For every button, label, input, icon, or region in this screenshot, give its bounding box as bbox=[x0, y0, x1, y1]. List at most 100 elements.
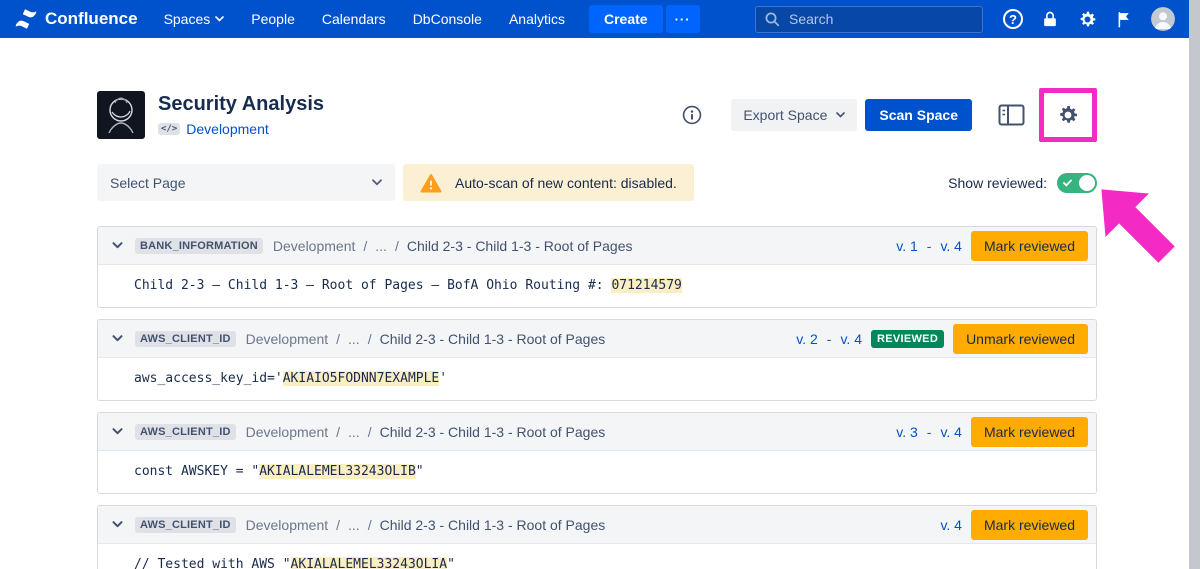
lock-icon[interactable] bbox=[1040, 9, 1060, 30]
breadcrumb-ellipsis[interactable]: ... bbox=[348, 424, 360, 440]
secret-highlight: 071214579 bbox=[611, 278, 681, 293]
breadcrumb: Development / ... / Child 2-3 - Child 1-… bbox=[246, 331, 606, 347]
breadcrumb: Development / ... / Child 2-3 - Child 1-… bbox=[246, 517, 606, 533]
warning-text: Auto-scan of new content: disabled. bbox=[455, 175, 677, 191]
finding-card: AWS_CLIENT_ID Development / ... / Child … bbox=[97, 412, 1097, 494]
search-input[interactable] bbox=[787, 10, 974, 28]
version-to-link[interactable]: v. 4 bbox=[940, 517, 962, 533]
show-reviewed-toggle[interactable] bbox=[1057, 173, 1097, 193]
breadcrumb-space[interactable]: Development bbox=[246, 331, 329, 347]
warning-icon bbox=[420, 173, 442, 193]
finding-type-badge: AWS_CLIENT_ID bbox=[135, 517, 236, 533]
collapse-chevron-icon[interactable] bbox=[110, 426, 125, 437]
breadcrumb-ellipsis[interactable]: ... bbox=[348, 517, 360, 533]
mark-reviewed-button[interactable]: Mark reviewed bbox=[971, 417, 1088, 447]
create-button[interactable]: Create bbox=[589, 5, 663, 33]
export-space-label: Export Space bbox=[743, 107, 827, 123]
version-to-link[interactable]: v. 4 bbox=[840, 331, 862, 347]
space-sub-row: </> Development bbox=[158, 121, 324, 137]
secret-highlight: AKIALALEMEL33243OLIB bbox=[259, 464, 416, 479]
finding-type-badge: BANK_INFORMATION bbox=[135, 238, 263, 254]
nav-item-calendars[interactable]: Calendars bbox=[322, 11, 386, 27]
space-settings-gear-icon[interactable] bbox=[1056, 103, 1080, 127]
confluence-home-link[interactable]: Confluence bbox=[14, 7, 138, 31]
finding-snippet: aws_access_key_id='AKIAIO5FODNN7EXAMPLE' bbox=[98, 358, 1096, 400]
breadcrumb-separator: / bbox=[336, 331, 340, 347]
breadcrumb-page[interactable]: Child 2-3 - Child 1-3 - Root of Pages bbox=[380, 331, 606, 347]
version-from-link[interactable]: v. 3 bbox=[896, 424, 918, 440]
finding-card-header: AWS_CLIENT_ID Development / ... / Child … bbox=[98, 413, 1096, 451]
version-to-link[interactable]: v. 4 bbox=[940, 238, 962, 254]
annotation-highlight-box bbox=[1039, 88, 1097, 142]
breadcrumb-separator: / bbox=[336, 424, 340, 440]
breadcrumb-space[interactable]: Development bbox=[246, 424, 329, 440]
scan-space-button[interactable]: Scan Space bbox=[865, 99, 972, 131]
breadcrumb-space[interactable]: Development bbox=[273, 238, 356, 254]
secret-highlight: AKIAIO5FODNN7EXAMPLE bbox=[283, 371, 440, 386]
select-page-dropdown[interactable]: Select Page bbox=[97, 164, 395, 201]
breadcrumb-page[interactable]: Child 2-3 - Child 1-3 - Root of Pages bbox=[380, 424, 606, 440]
finding-type-badge: AWS_CLIENT_ID bbox=[135, 424, 236, 440]
breadcrumb-ellipsis[interactable]: ... bbox=[375, 238, 387, 254]
mark-reviewed-button[interactable]: Mark reviewed bbox=[971, 510, 1088, 540]
breadcrumb-separator: / bbox=[368, 517, 372, 533]
space-header: Security Analysis </> Development Export… bbox=[97, 88, 1097, 142]
space-meta: Security Analysis </> Development bbox=[158, 93, 324, 137]
export-space-button[interactable]: Export Space bbox=[731, 99, 857, 131]
version-dash: - bbox=[927, 424, 932, 440]
finding-header-actions: v. 3 - v. 4 Mark reviewed bbox=[896, 417, 1088, 447]
space-link-development[interactable]: Development bbox=[186, 121, 269, 137]
chevron-down-icon bbox=[836, 112, 845, 118]
collapse-chevron-icon[interactable] bbox=[110, 240, 125, 251]
flag-icon[interactable] bbox=[1115, 9, 1134, 30]
version-to-link[interactable]: v. 4 bbox=[940, 424, 962, 440]
primary-nav: Spaces People Calendars DbConsole Analyt… bbox=[164, 11, 565, 27]
nav-item-dbconsole[interactable]: DbConsole bbox=[413, 11, 482, 27]
nav-item-analytics[interactable]: Analytics bbox=[509, 11, 565, 27]
page-title: Security Analysis bbox=[158, 93, 324, 116]
finding-card-header: AWS_CLIENT_ID Development / ... / Child … bbox=[98, 506, 1096, 544]
secret-highlight: AKIALALEMEL33243OLIA bbox=[291, 557, 448, 569]
check-icon bbox=[1063, 179, 1072, 187]
finding-card: AWS_CLIENT_ID Development / ... / Child … bbox=[97, 505, 1097, 569]
unmark-reviewed-button[interactable]: Unmark reviewed bbox=[953, 324, 1088, 354]
more-actions-button[interactable]: ··· bbox=[666, 5, 700, 33]
info-icon[interactable] bbox=[681, 104, 703, 126]
user-avatar[interactable] bbox=[1151, 7, 1175, 31]
collapse-chevron-icon[interactable] bbox=[110, 333, 125, 344]
finding-card-header: AWS_CLIENT_ID Development / ... / Child … bbox=[98, 320, 1096, 358]
finding-snippet: Child 2-3 – Child 1-3 – Root of Pages – … bbox=[98, 265, 1096, 307]
admin-gear-icon[interactable] bbox=[1077, 9, 1098, 30]
navbar-icon-group: ? bbox=[1003, 7, 1175, 31]
breadcrumb-page[interactable]: Child 2-3 - Child 1-3 - Root of Pages bbox=[407, 238, 633, 254]
help-icon-glyph: ? bbox=[1009, 12, 1017, 27]
breadcrumb-page[interactable]: Child 2-3 - Child 1-3 - Root of Pages bbox=[380, 517, 606, 533]
toggle-knob bbox=[1079, 175, 1095, 191]
mark-reviewed-button[interactable]: Mark reviewed bbox=[971, 231, 1088, 261]
finding-snippet: const AWSKEY = "AKIALALEMEL33243OLIB" bbox=[98, 451, 1096, 493]
nav-item-spaces[interactable]: Spaces bbox=[164, 11, 225, 27]
snippet-text: const AWSKEY = " bbox=[134, 464, 259, 479]
search-box[interactable] bbox=[755, 6, 983, 33]
snippet-text: aws_access_key_id=' bbox=[134, 371, 283, 386]
confluence-logo-icon bbox=[14, 7, 38, 31]
collapse-chevron-icon[interactable] bbox=[110, 519, 125, 530]
version-from-link[interactable]: v. 1 bbox=[896, 238, 918, 254]
help-icon[interactable]: ? bbox=[1003, 9, 1023, 29]
version-from-link[interactable]: v. 2 bbox=[796, 331, 818, 347]
select-page-label: Select Page bbox=[110, 175, 186, 191]
finding-snippet: // Tested with AWS "AKIALALEMEL33243OLIA… bbox=[98, 544, 1096, 569]
breadcrumb-ellipsis[interactable]: ... bbox=[348, 331, 360, 347]
breadcrumb-space[interactable]: Development bbox=[246, 517, 329, 533]
breadcrumb-separator: / bbox=[395, 238, 399, 254]
space-avatar[interactable] bbox=[97, 91, 145, 139]
sidebar-layout-icon[interactable] bbox=[998, 104, 1025, 126]
finding-card-header: BANK_INFORMATION Development / ... / Chi… bbox=[98, 227, 1096, 265]
chevron-down-icon bbox=[215, 16, 224, 22]
autoscan-warning-banner: Auto-scan of new content: disabled. bbox=[403, 164, 694, 201]
reviewed-badge: REVIEWED bbox=[871, 330, 944, 348]
version-dash: - bbox=[827, 331, 832, 347]
nav-item-people[interactable]: People bbox=[251, 11, 295, 27]
breadcrumb-separator: / bbox=[363, 238, 367, 254]
top-navbar: Confluence Spaces People Calendars DbCon… bbox=[0, 0, 1189, 38]
